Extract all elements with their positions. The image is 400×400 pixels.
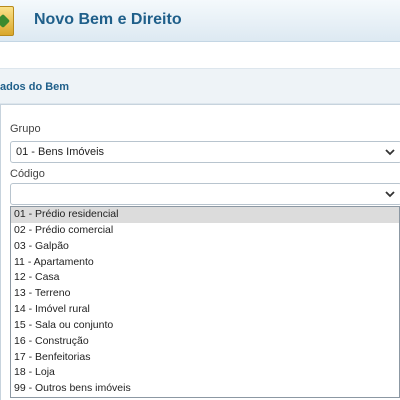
codigo-select[interactable] [10, 183, 400, 205]
dropdown-option[interactable]: 12 - Casa [11, 270, 399, 286]
dropdown-option[interactable]: 13 - Terreno [11, 286, 399, 302]
section-title: ados do Bem [0, 81, 70, 93]
dropdown-option[interactable]: 18 - Loja [11, 365, 399, 381]
page-header: Novo Bem e Direito [0, 0, 400, 42]
chevron-down-icon [385, 149, 395, 156]
dropdown-option[interactable]: 16 - Construção [11, 334, 399, 350]
dropdown-option[interactable]: 01 - Prédio residencial [11, 207, 399, 223]
section-header: ados do Bem [0, 68, 400, 104]
codigo-dropdown-list: 01 - Prédio residencial 02 - Prédio comer… [10, 206, 400, 398]
dropdown-option[interactable]: 11 - Apartamento [11, 255, 399, 271]
dropdown-option[interactable]: 99 - Outros bens imóveis [11, 381, 399, 397]
dropdown-option[interactable]: 02 - Prédio comercial [11, 223, 399, 239]
page-title: Novo Bem e Direito [34, 11, 182, 28]
grupo-select[interactable]: 01 - Bens Imóveis [10, 141, 400, 163]
assets-icon [0, 6, 14, 36]
dropdown-option[interactable]: 03 - Galpão [11, 239, 399, 255]
dropdown-option[interactable]: 14 - Imóvel rural [11, 302, 399, 318]
dropdown-option[interactable]: 17 - Benfeitorias [11, 350, 399, 366]
grupo-value: 01 - Bens Imóveis [16, 146, 105, 158]
dropdown-option[interactable]: 15 - Sala ou conjunto [11, 318, 399, 334]
chevron-down-icon [385, 191, 395, 198]
grupo-label: Grupo [10, 123, 41, 135]
codigo-label: Código [10, 168, 45, 180]
